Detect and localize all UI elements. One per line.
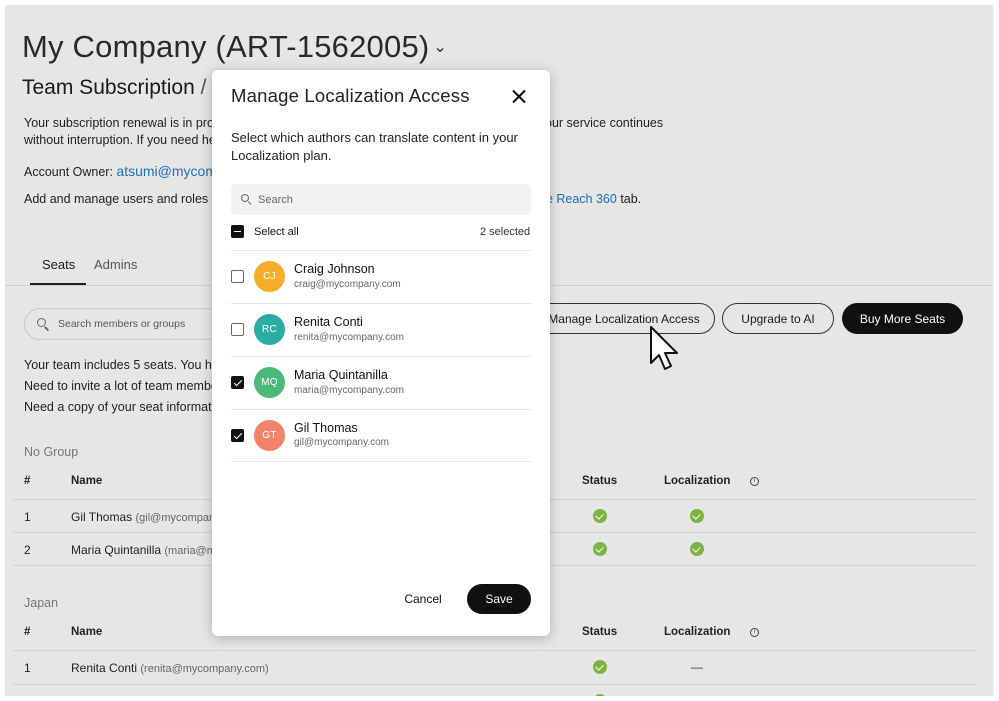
group-label-no-group: No Group (24, 445, 79, 459)
member-name: Renita Conti (71, 661, 138, 675)
user-checkbox-renita-conti[interactable] (231, 323, 244, 336)
search-icon (241, 194, 249, 202)
manage-localization-modal: Manage Localization Access Select which … (212, 70, 550, 636)
member-name: Gil Thomas (71, 510, 133, 524)
company-title[interactable]: My Company (ART-1562005) ⌄ (22, 29, 447, 65)
column-header-num: # (24, 626, 31, 638)
avatar: RC (254, 314, 285, 345)
avatar: CJ (254, 261, 285, 292)
renewal-text-1: Your subscription renewal is in progr (24, 116, 226, 130)
search-icon (37, 318, 46, 327)
user-checkbox-maria-quintanilla[interactable] (231, 376, 244, 389)
manage-reach360-link[interactable]: ge Reach 360 (539, 192, 617, 206)
status-check-icon (593, 660, 607, 674)
cancel-button[interactable]: Cancel (390, 584, 456, 614)
upgrade-to-ai-button[interactable]: Upgrade to AI (722, 303, 834, 334)
buy-more-seats-button[interactable]: Buy More Seats (842, 303, 963, 334)
renewal-text-1-end: our service continues (545, 116, 664, 130)
search-members-input[interactable]: Search members or groups (24, 308, 224, 340)
localization-check-icon (690, 542, 704, 556)
table-row-name: Gil Thomas (gil@mycompany. (71, 510, 223, 524)
selected-count: 2 selected (480, 226, 531, 238)
info-icon[interactable]: i (750, 477, 759, 486)
row-num: 2 (24, 543, 31, 557)
account-owner: Account Owner: atsumi@mycom (24, 162, 217, 181)
row-num: 1 (24, 510, 31, 524)
status-check-icon (593, 542, 607, 556)
status-check-icon (593, 694, 607, 696)
member-email: (gil@mycompany. (135, 512, 223, 524)
breadcrumb-current: Team Subscription (22, 76, 195, 99)
group-label-japan: Japan (24, 596, 59, 610)
manage-users-text: Add and manage users and roles to y (24, 192, 232, 206)
search-members-placeholder: Search members or groups (58, 318, 186, 330)
user-name: Renita Conti (294, 315, 363, 329)
user-email: renita@mycompany.com (294, 332, 404, 343)
copy-info-line: Need a copy of your seat information' (24, 400, 231, 414)
tab-seats[interactable]: Seats (42, 257, 75, 272)
user-email: gil@mycompany.com (294, 437, 389, 448)
seat-info-line: Your team includes 5 seats. You have (24, 358, 233, 372)
column-header-status: Status (582, 626, 618, 638)
select-all-checkbox[interactable] (231, 225, 244, 238)
list-divider (231, 409, 531, 410)
breadcrumb: Team Subscription / E (22, 76, 226, 100)
list-divider (231, 250, 531, 251)
author-search[interactable] (231, 184, 531, 215)
user-email: maria@mycompany.com (294, 385, 404, 396)
column-header-name: Name (71, 626, 103, 638)
list-divider (231, 461, 531, 462)
list-divider (231, 303, 531, 304)
invite-info-line: Need to invite a lot of team members (24, 379, 229, 393)
avatar: MQ (254, 367, 285, 398)
info-icon[interactable]: i (750, 628, 759, 637)
localization-check-icon (690, 509, 704, 523)
row-divider (13, 684, 976, 685)
user-name: Gil Thomas (294, 421, 358, 435)
renewal-text-2: without interruption. If you need help (24, 133, 226, 147)
tab-admins[interactable]: Admins (94, 257, 137, 272)
manage-users-link-wrap: ge Reach 360 tab. (539, 190, 641, 208)
owner-label: Account Owner: (24, 165, 113, 179)
mouse-cursor-icon (650, 326, 678, 370)
member-email: (renita@mycompany.com) (140, 663, 269, 675)
column-header-localization: Localization (664, 626, 731, 638)
avatar: GT (254, 420, 285, 451)
modal-description: Select which authors can translate conte… (231, 130, 518, 163)
member-name: Maria Quintanilla (71, 543, 162, 557)
chevron-down-icon[interactable]: ⌄ (433, 39, 447, 56)
member-email: (maria@m (164, 545, 216, 557)
close-icon[interactable] (512, 89, 526, 103)
table-row-name: Renita Conti (renita@mycompany.com) (71, 661, 269, 675)
user-checkbox-gil-thomas[interactable] (231, 429, 244, 442)
localization-none: — (691, 660, 703, 674)
row-num: 1 (24, 661, 31, 675)
user-name: Maria Quintanilla (294, 368, 388, 382)
author-search-input[interactable] (258, 191, 518, 209)
modal-title: Manage Localization Access (231, 85, 470, 106)
user-name: Craig Johnson (294, 262, 375, 276)
column-header-name: Name (71, 475, 103, 487)
table-row-name: Maria Quintanilla (maria@m (71, 543, 216, 557)
company-title-text: My Company (ART-1562005) (22, 29, 430, 64)
column-header-num: # (24, 475, 31, 487)
manage-localization-access-button[interactable]: Manage Localization Access (533, 303, 715, 334)
breadcrumb-separator: / (200, 76, 207, 99)
select-all-label[interactable]: Select all (254, 226, 299, 238)
column-header-status: Status (582, 475, 618, 487)
owner-email-link[interactable]: atsumi@mycom (116, 163, 217, 179)
column-header-localization: Localization (664, 475, 731, 487)
save-button[interactable]: Save (467, 584, 531, 614)
row-divider (13, 650, 976, 651)
status-check-icon (593, 509, 607, 523)
manage-suffix: tab. (620, 192, 642, 206)
user-checkbox-craig-johnson[interactable] (231, 270, 244, 283)
user-email: craig@mycompany.com (294, 279, 401, 290)
list-divider (231, 356, 531, 357)
